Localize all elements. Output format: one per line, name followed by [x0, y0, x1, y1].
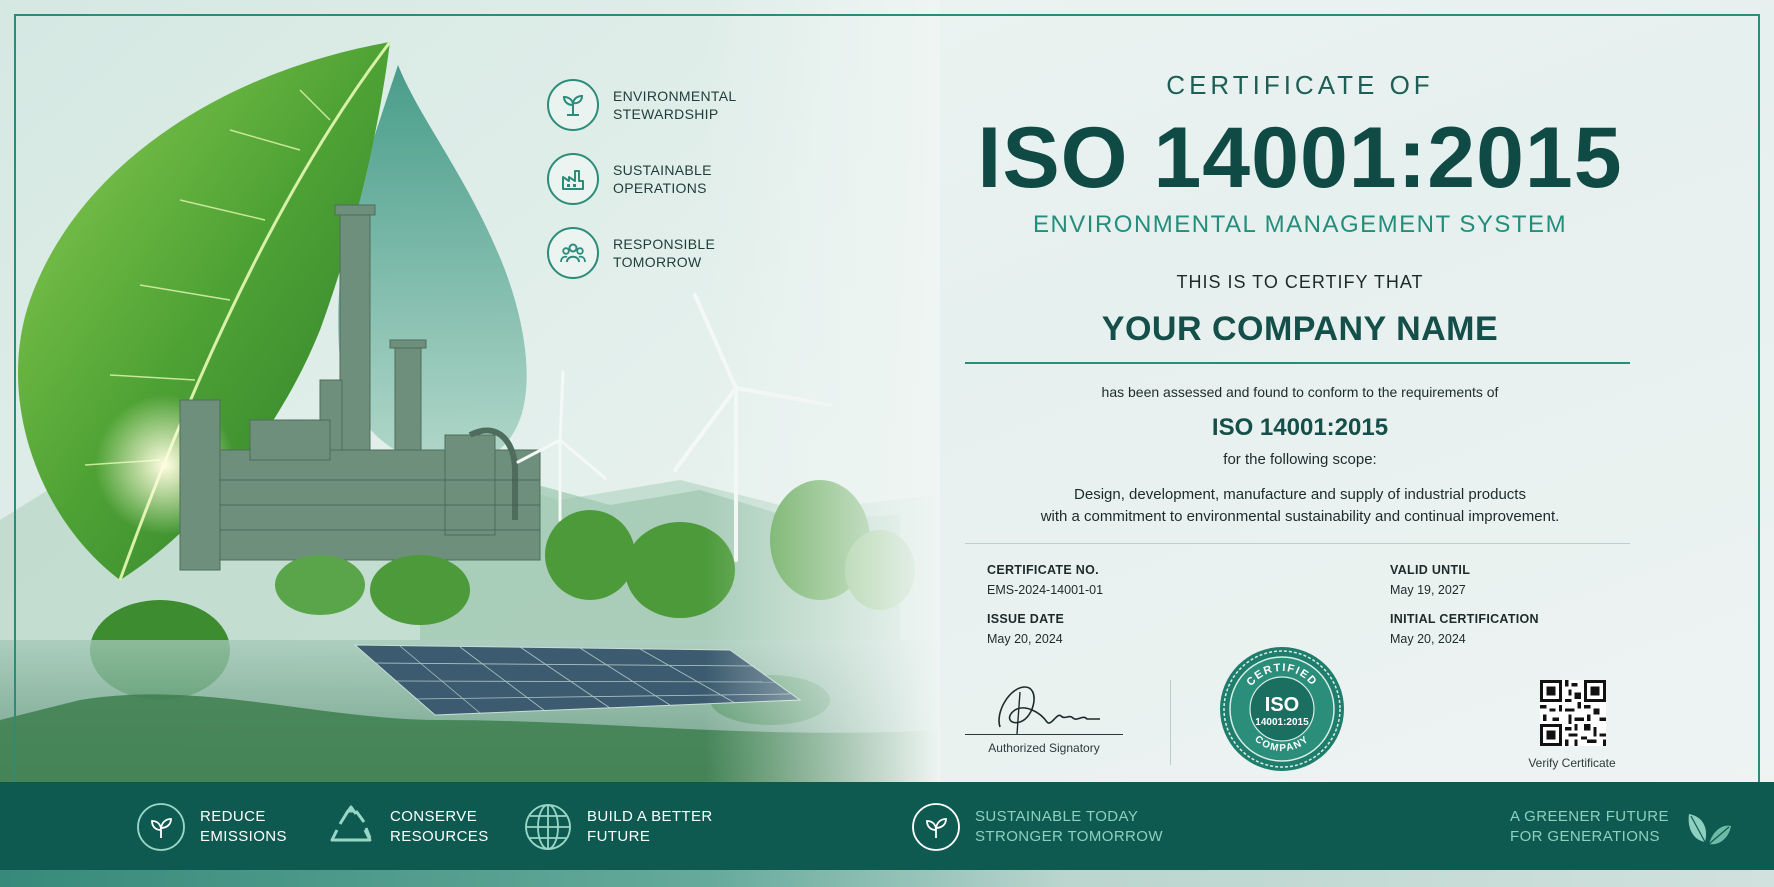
- hero-illustration: [0, 0, 940, 782]
- issue-date-field: ISSUE DATE May 20, 2024: [987, 612, 1064, 646]
- banner-label: BUILD A BETTER FUTURE: [587, 808, 713, 845]
- banner-item-build-a-better-future: BUILD A BETTER FUTURE: [523, 800, 713, 854]
- badge-environmental-stewardship: ENVIRONMENTAL STEWARDSHIP: [547, 78, 777, 132]
- banner-label: CONSERVE RESOURCES: [390, 808, 489, 845]
- field-value: EMS-2024-14001-01: [987, 583, 1104, 597]
- standard-reference: ISO 14001:2015: [1211, 414, 1389, 441]
- badge-label: ENVIRONMENTAL STEWARDSHIP: [613, 88, 737, 122]
- company-underline: [965, 362, 1630, 364]
- scope-line: with a commitment to environmental susta…: [1040, 508, 1560, 525]
- field-value: May 20, 2024: [987, 632, 1063, 646]
- people-icon: [547, 227, 599, 279]
- valid-until-field: VALID UNTIL May 19, 2027: [1390, 563, 1470, 597]
- certificate-page: ENVIRONMENTAL STEWARDSHIP SUSTAINABLE OP…: [0, 0, 1774, 887]
- certificate-body: CERTIFICATE OF ISO 14001:2015 ENVIRONMEN…: [940, 0, 1660, 782]
- scope-line: Design, development, manufacture and sup…: [1074, 486, 1526, 503]
- field-value: May 20, 2024: [1390, 632, 1466, 646]
- qr-code-icon[interactable]: [1540, 680, 1606, 746]
- field-label: VALID UNTIL: [1390, 563, 1471, 577]
- field-label: CERTIFICATE NO.: [987, 563, 1099, 577]
- badge-sustainable-operations: SUSTAINABLE OPERATIONS: [547, 152, 777, 206]
- badge-label: RESPONSIBLE TOMORROW: [613, 236, 716, 270]
- field-label: INITIAL CERTIFICATION: [1390, 612, 1539, 626]
- banner-item-conserve-resources: CONSERVE RESOURCES: [326, 800, 489, 854]
- banner-item-sustainable-today: SUSTAINABLE TODAY STRONGER TOMORROW: [911, 800, 1163, 854]
- scope-text: Design, development, manufacture and sup…: [940, 484, 1660, 528]
- leaf-circle-icon: [136, 802, 186, 852]
- certified-seal: CERTIFIED COMPANY ISO 14001:2015: [1218, 645, 1346, 773]
- signature-block: Authorized Signatory: [965, 672, 1123, 755]
- seal-standard-text: 14001:2015: [1255, 717, 1309, 728]
- seal-icon: CERTIFIED COMPANY ISO 14001:2015: [1220, 647, 1344, 771]
- banner-item-reduce-emissions: REDUCE EMISSIONS: [136, 800, 287, 854]
- certificate-system: ENVIRONMENTAL MANAGEMENT SYSTEM: [1032, 211, 1568, 238]
- globe-icon: [523, 802, 573, 852]
- leaves-icon: [1683, 802, 1733, 852]
- certificate-number-field: CERTIFICATE NO. EMS-2024-14001-01: [987, 563, 1103, 597]
- eco-industry-illustration: [0, 0, 940, 782]
- initial-certification-field: INITIAL CERTIFICATION May 20, 2024: [1390, 612, 1539, 646]
- banner-label: REDUCE EMISSIONS: [200, 808, 287, 845]
- sprout-icon: [547, 79, 599, 131]
- banner-item-greener-future: A GREENER FUTURE FOR GENERATIONS: [1510, 800, 1733, 854]
- vertical-divider: [1170, 680, 1171, 765]
- divider: [965, 543, 1630, 544]
- scope-label: for the following scope:: [1223, 451, 1377, 468]
- badge-label: SUSTAINABLE OPERATIONS: [613, 162, 712, 196]
- value-badges: ENVIRONMENTAL STEWARDSHIP SUSTAINABLE OP…: [547, 78, 777, 300]
- assessed-text: has been assessed and found to conform t…: [1101, 384, 1499, 400]
- leaf-circle-icon: [911, 802, 961, 852]
- banner-label: A GREENER FUTURE FOR GENERATIONS: [1510, 808, 1669, 845]
- signature-icon: [998, 686, 1100, 735]
- field-value: May 19, 2027: [1390, 583, 1466, 597]
- badge-responsible-tomorrow: RESPONSIBLE TOMORROW: [547, 226, 777, 280]
- certify-that-text: THIS IS TO CERTIFY THAT: [1176, 272, 1424, 292]
- recycle-icon: [326, 802, 376, 852]
- qr-label: Verify Certificate: [1528, 756, 1616, 770]
- verify-qr[interactable]: Verify Certificate: [1528, 680, 1616, 770]
- field-label: ISSUE DATE: [987, 612, 1065, 626]
- signature-label: Authorized Signatory: [988, 741, 1100, 755]
- company-name: YOUR COMPANY NAME: [1101, 310, 1499, 348]
- seal-iso-text: ISO: [1265, 694, 1299, 716]
- certificate-standard: ISO 14001:2015: [977, 110, 1623, 206]
- signature-line: [965, 734, 1123, 735]
- bottom-banner: REDUCE EMISSIONS CONSERVE RESOURCES BUIL…: [0, 782, 1774, 887]
- factory-icon: [547, 153, 599, 205]
- banner-label: SUSTAINABLE TODAY STRONGER TOMORROW: [975, 808, 1163, 845]
- certificate-heading: CERTIFICATE OF: [1166, 70, 1434, 100]
